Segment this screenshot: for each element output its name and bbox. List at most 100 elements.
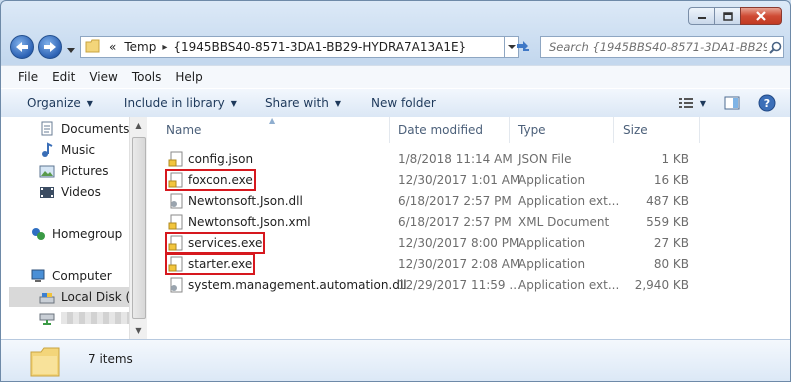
organize-button[interactable]: Organize ▼ xyxy=(27,96,93,110)
help-icon: ? xyxy=(758,94,776,112)
column-header-name[interactable]: Name xyxy=(166,123,201,139)
recent-pages-button[interactable] xyxy=(67,43,75,57)
dll-file-icon xyxy=(170,277,183,293)
file-type: Application ext... xyxy=(518,194,620,208)
table-row[interactable]: Newtonsoft.Json.xml 6/18/2017 2:57 PM XM… xyxy=(151,212,790,233)
scroll-up-icon[interactable]: ▲ xyxy=(130,117,147,134)
breadcrumb-current-folder[interactable]: {1945BBS40-8571-3DA1-BB29-HYDRA7A13A1E} xyxy=(169,40,470,54)
sidebar-item-documents[interactable]: Documents xyxy=(39,121,129,137)
column-divider[interactable] xyxy=(613,117,614,143)
back-arrow-icon xyxy=(16,42,28,52)
file-date: 12/30/2017 1:01 AM xyxy=(398,173,521,187)
sidebar-item-computer[interactable]: Computer xyxy=(30,268,112,284)
search-icon[interactable] xyxy=(769,41,782,54)
column-header-type[interactable]: Type xyxy=(518,123,546,139)
view-details-icon xyxy=(678,98,693,108)
minimize-icon xyxy=(697,17,706,19)
sidebar-item-pictures[interactable]: Pictures xyxy=(39,163,109,179)
file-name: Newtonsoft.Json.dll xyxy=(188,194,303,208)
explorer-window: « Temp ▸ {1945BBS40-8571-3DA1-BB29-HYDRA… xyxy=(0,0,791,382)
menu-file[interactable]: File xyxy=(1,70,45,84)
back-button[interactable] xyxy=(10,35,34,59)
chevron-down-icon: ▼ xyxy=(334,98,341,108)
content-area: Documents Music Pictures Videos Homegrou… xyxy=(1,116,790,339)
navigation-scrollbar[interactable]: ▲ ▼ xyxy=(129,117,147,339)
menu-edit[interactable]: Edit xyxy=(45,70,82,84)
sidebar-item-videos[interactable]: Videos xyxy=(39,184,101,200)
sidebar-item-label: Local Disk (C xyxy=(61,290,129,304)
column-header-size[interactable]: Size xyxy=(623,123,648,139)
column-divider[interactable] xyxy=(509,117,510,143)
file-size: 80 KB xyxy=(653,257,689,271)
file-name-cell-highlighted: foxcon.exe xyxy=(165,169,256,191)
sidebar-item-music[interactable]: Music xyxy=(39,142,95,158)
drive-icon xyxy=(39,289,55,305)
sidebar-item-label: Computer xyxy=(52,269,112,283)
search-box[interactable] xyxy=(540,36,784,58)
table-row[interactable]: system.management.automation.dll 12/29/2… xyxy=(151,275,790,296)
table-row[interactable]: config.json 1/8/2018 11:14 AM JSON File … xyxy=(151,149,790,170)
search-input[interactable] xyxy=(547,39,769,55)
preview-pane-button[interactable] xyxy=(724,96,740,110)
file-name-cell: Newtonsoft.Json.xml xyxy=(168,214,311,230)
file-date: 1/8/2018 11:14 AM xyxy=(398,152,513,166)
maximize-button[interactable] xyxy=(714,7,740,25)
menu-view[interactable]: View xyxy=(82,70,124,84)
change-view-button[interactable]: ▼ xyxy=(678,97,706,109)
file-name-cell-highlighted: services.exe xyxy=(164,232,266,254)
music-icon xyxy=(39,142,55,158)
file-type: Application xyxy=(518,236,586,250)
sort-ascending-icon: ▲ xyxy=(269,116,276,125)
file-name-cell-highlighted: starter.exe xyxy=(164,253,256,275)
help-button[interactable]: ? xyxy=(758,94,776,112)
command-toolbar: Organize ▼ Include in library ▼ Share wi… xyxy=(1,88,790,118)
file-list: ▲ Name Date modified Type Size config.js… xyxy=(151,116,790,339)
toolbar-right: ▼ ? xyxy=(678,89,790,117)
file-size: 16 KB xyxy=(653,173,689,187)
sidebar-item-homegroup[interactable]: Homegroup xyxy=(30,226,122,242)
file-type: Application ext... xyxy=(518,278,620,292)
menu-help[interactable]: Help xyxy=(168,70,209,84)
breadcrumb-temp[interactable]: Temp xyxy=(120,40,160,54)
file-type: Application xyxy=(518,173,586,187)
breadcrumb-overflow[interactable]: « xyxy=(105,40,120,54)
scroll-thumb[interactable] xyxy=(132,137,146,319)
chevron-down-icon: ▼ xyxy=(86,98,93,108)
file-date: 6/18/2017 2:57 PM xyxy=(398,194,512,208)
sidebar-item-network-drive[interactable] xyxy=(39,310,129,326)
table-row[interactable]: Newtonsoft.Json.dll 6/18/2017 2:57 PM Ap… xyxy=(151,191,790,212)
address-bar[interactable]: « Temp ▸ {1945BBS40-8571-3DA1-BB29-HYDRA… xyxy=(80,36,505,58)
column-header-date[interactable]: Date modified xyxy=(398,123,483,139)
table-row[interactable]: foxcon.exe 12/30/2017 1:01 AM Applicatio… xyxy=(151,169,790,191)
minimize-button[interactable] xyxy=(688,7,714,25)
share-with-label: Share with xyxy=(264,96,329,110)
file-type: JSON File xyxy=(518,152,572,166)
table-row[interactable]: services.exe 12/30/2017 8:00 PM Applicat… xyxy=(151,232,790,254)
share-with-button[interactable]: Share with ▼ xyxy=(265,96,341,110)
new-folder-button[interactable]: New folder xyxy=(371,96,436,110)
homegroup-icon xyxy=(30,226,46,242)
sidebar-item-local-disk[interactable]: Local Disk (C xyxy=(9,287,129,307)
scroll-down-icon[interactable]: ▼ xyxy=(130,322,147,339)
include-in-library-button[interactable]: Include in library ▼ xyxy=(124,96,237,110)
xml-file-icon xyxy=(168,214,183,230)
item-count: 7 items xyxy=(88,352,133,366)
sidebar-item-label: Music xyxy=(61,143,96,157)
breadcrumb-separator-icon[interactable]: ▸ xyxy=(160,42,169,53)
file-date: 12/29/2017 11:59 ... xyxy=(398,278,521,292)
refresh-button[interactable] xyxy=(511,36,535,58)
close-button[interactable] xyxy=(740,7,782,25)
column-divider[interactable] xyxy=(699,117,700,143)
include-in-library-label: Include in library xyxy=(123,96,225,110)
pictures-icon xyxy=(39,163,55,179)
file-size: 1 KB xyxy=(661,152,689,166)
file-date: 12/30/2017 8:00 PM xyxy=(398,236,520,250)
table-row[interactable]: starter.exe 12/30/2017 2:08 AM Applicati… xyxy=(151,253,790,275)
videos-icon xyxy=(39,184,55,200)
menu-tools[interactable]: Tools xyxy=(125,70,169,84)
file-type: Application xyxy=(518,257,586,271)
file-date: 12/30/2017 2:08 AM xyxy=(398,257,521,271)
forward-button[interactable] xyxy=(38,35,62,59)
column-divider[interactable] xyxy=(389,117,390,143)
file-name: services.exe xyxy=(188,236,263,250)
